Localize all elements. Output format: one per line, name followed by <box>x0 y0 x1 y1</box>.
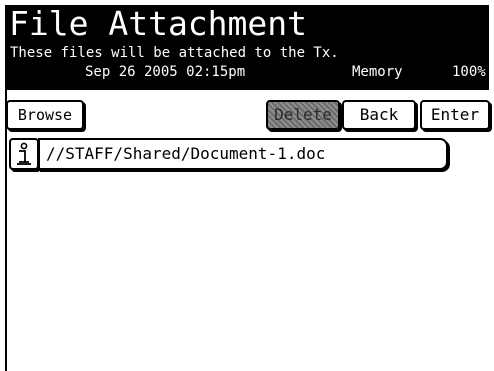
status-row: Sep 26 2005 02:15pm Memory 100% <box>5 63 489 81</box>
panel-left-border <box>5 90 7 371</box>
delete-button[interactable]: Delete <box>266 100 340 130</box>
page-title: File Attachment <box>9 4 308 43</box>
memory-label: Memory <box>352 64 403 80</box>
browse-button[interactable]: Browse <box>6 100 84 130</box>
file-info-button[interactable] <box>9 138 39 170</box>
file-path-item[interactable]: //STAFF/Shared/Document-1.doc <box>38 138 448 170</box>
memory-percent: 100% <box>452 64 486 80</box>
header-bar: File Attachment These files will be atta… <box>5 4 489 90</box>
subtitle-text: These files will be attached to the Tx. <box>10 45 339 61</box>
enter-button[interactable]: Enter <box>420 100 490 130</box>
info-icon <box>17 142 31 165</box>
back-button[interactable]: Back <box>342 100 416 130</box>
date-time: Sep 26 2005 02:15pm <box>85 64 246 80</box>
